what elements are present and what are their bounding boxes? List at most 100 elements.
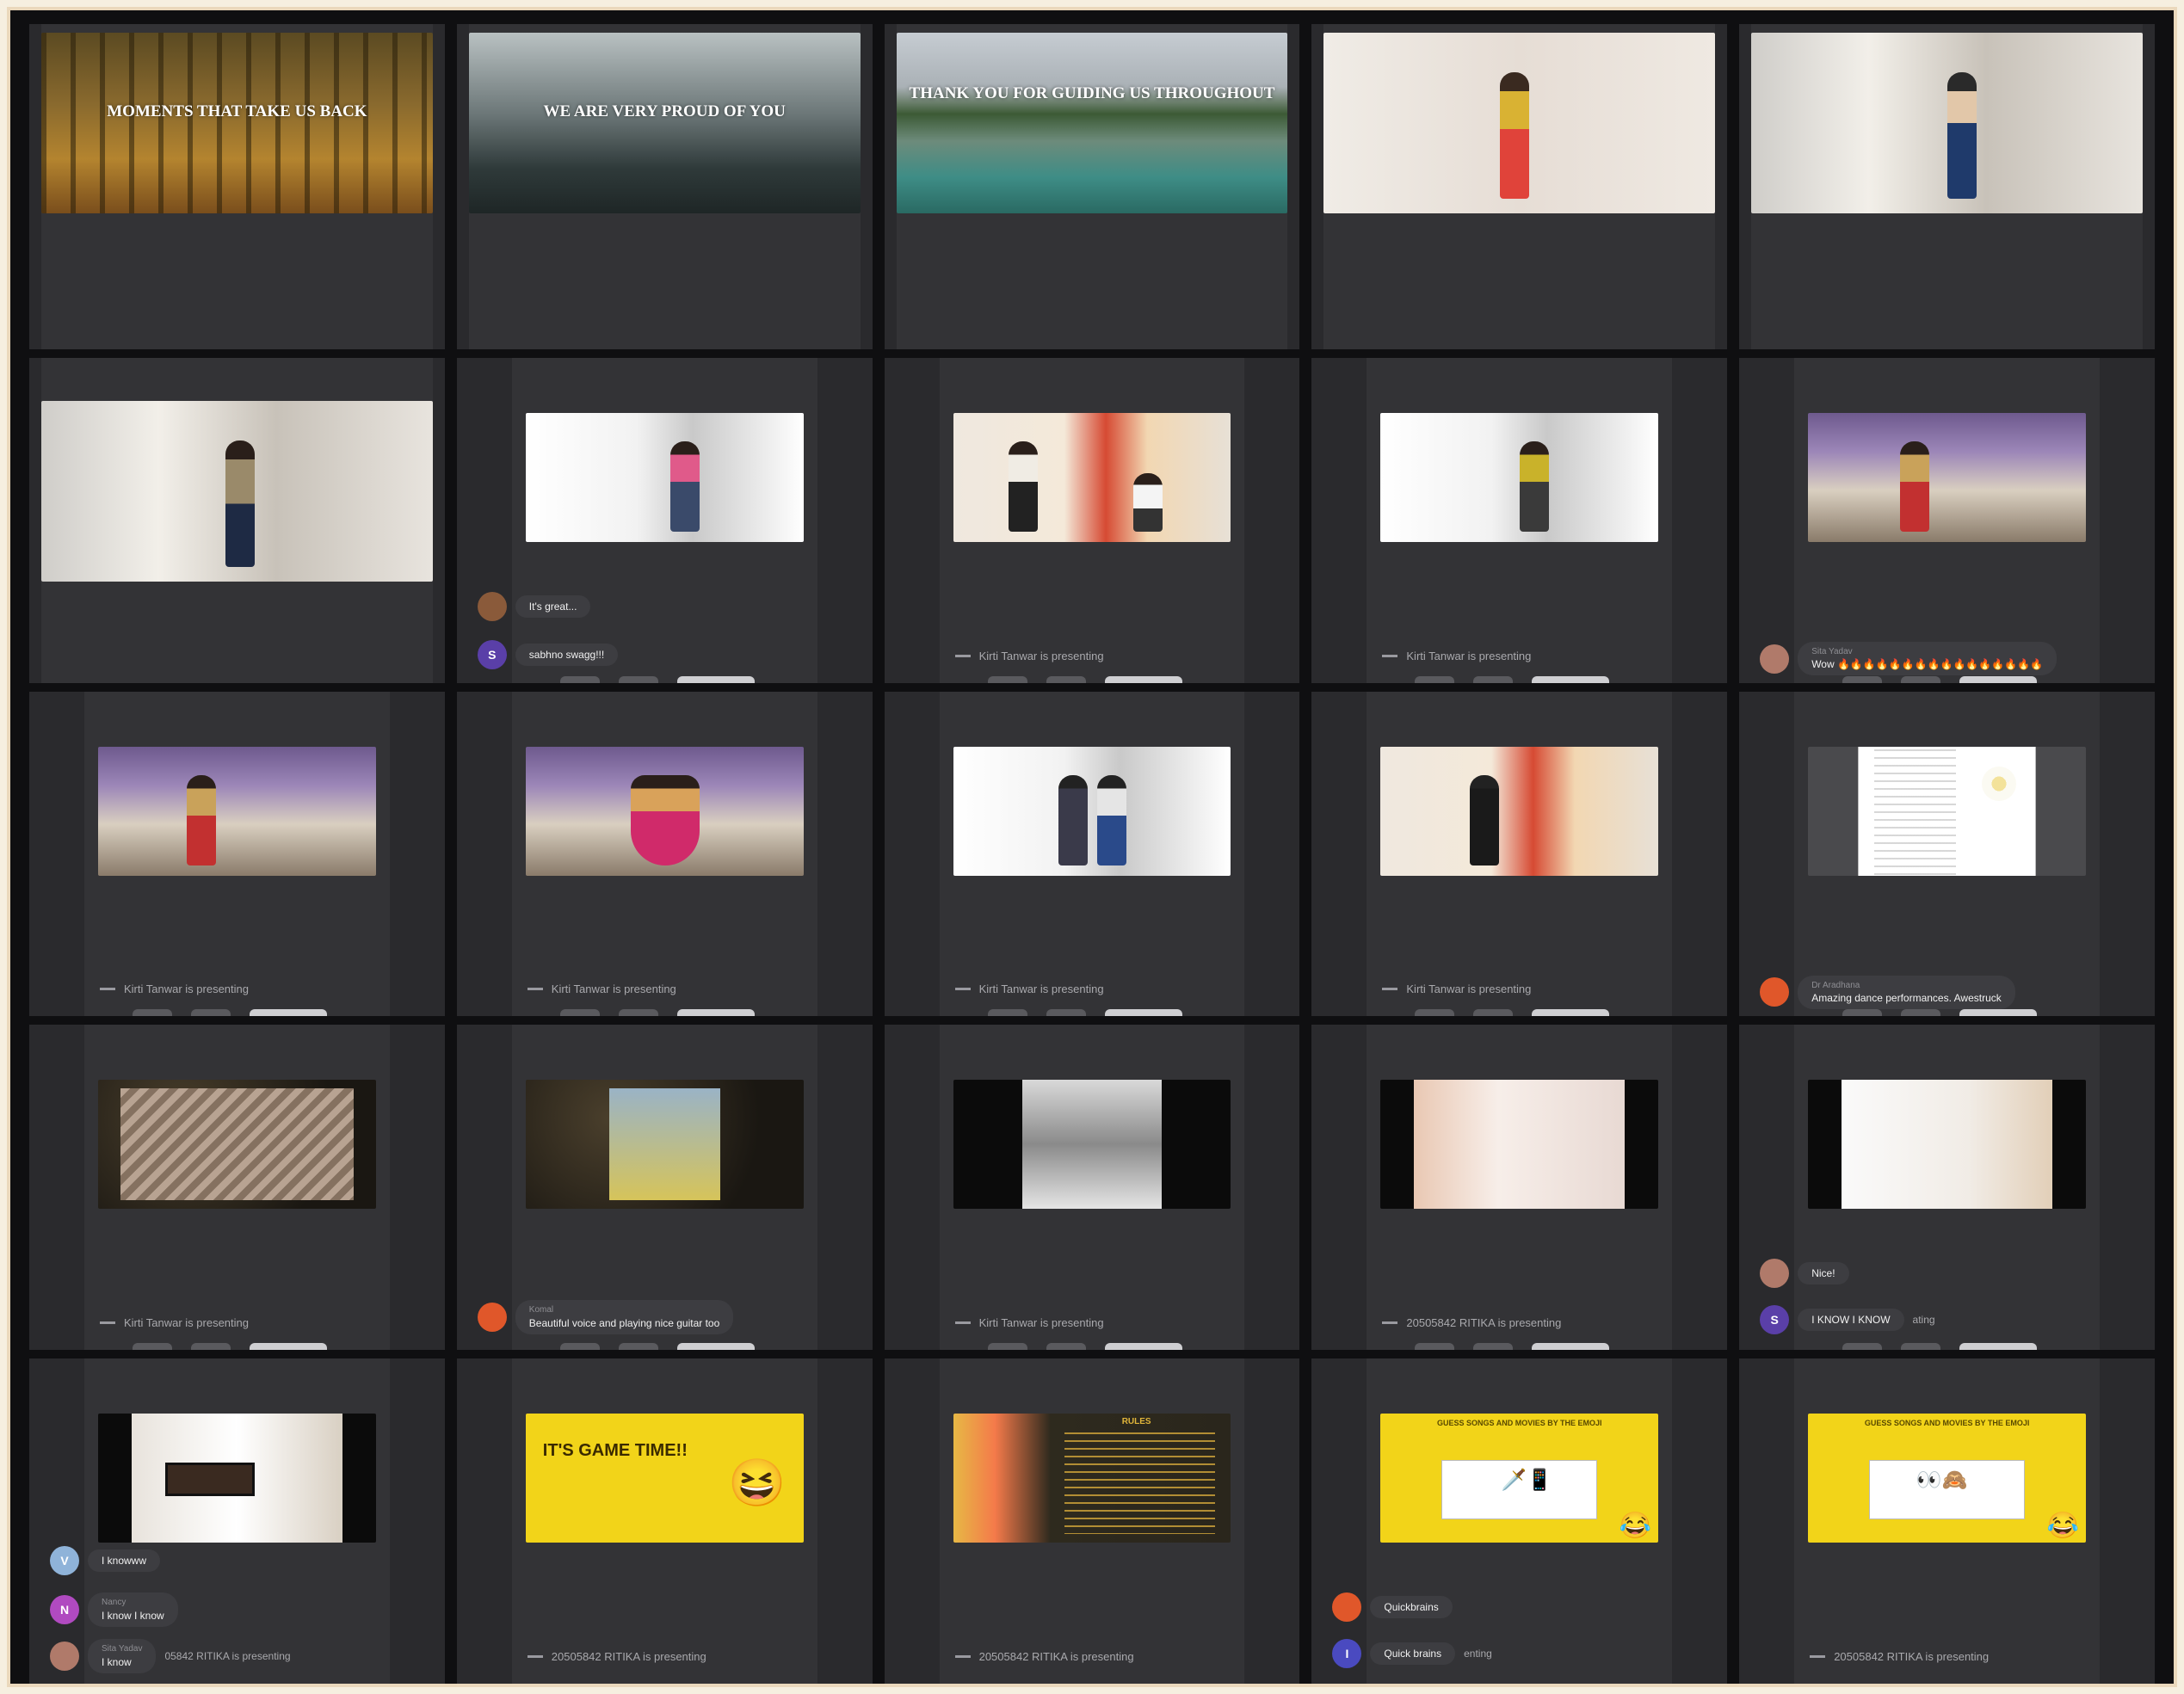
control-pill[interactable] <box>250 1343 327 1351</box>
chat-author: Sita Yadav <box>102 1644 143 1654</box>
tile-r3c4[interactable]: Kirti Tanwar is presenting <box>1311 691 1728 1017</box>
tile-r3c3[interactable]: Kirti Tanwar is presenting <box>884 691 1300 1017</box>
control-pill[interactable] <box>987 1343 1027 1351</box>
video-feed <box>1022 1080 1162 1210</box>
control-pill[interactable] <box>1046 1009 1086 1017</box>
dancer-figure <box>1899 440 1929 532</box>
control-pill[interactable] <box>1842 1009 1883 1017</box>
tile-r4c2[interactable]: Komal Beautiful voice and playing nice gu… <box>456 1025 873 1351</box>
chat-message: Sita Yadav Wow 🔥🔥🔥🔥🔥🔥🔥🔥🔥🔥🔥🔥🔥🔥🔥🔥 <box>1760 641 2143 676</box>
thumbnail <box>1751 33 2143 213</box>
dash-icon <box>1382 988 1398 991</box>
control-pill[interactable] <box>133 1343 172 1351</box>
tile-r1c4[interactable] <box>1311 24 1728 349</box>
tile-r1c2[interactable]: WE ARE VERY PROUD OF YOU <box>456 24 873 349</box>
control-pill[interactable] <box>1532 1009 1610 1017</box>
chat-bubble: Komal Beautiful voice and playing nice gu… <box>515 1300 734 1335</box>
control-pill[interactable] <box>1959 675 2038 683</box>
tile-r3c2[interactable]: Kirti Tanwar is presenting <box>456 691 873 1017</box>
control-pill[interactable] <box>1104 1343 1182 1351</box>
tile-r5c1[interactable]: V I knowww N Nancy I know I know Sita Yad… <box>29 1358 445 1684</box>
dash-icon <box>527 1654 543 1658</box>
tile-r2c2[interactable]: It's great... S sabhno swagg!!! <box>456 357 873 683</box>
control-pill[interactable] <box>676 1343 755 1351</box>
control-pill[interactable] <box>1046 675 1086 683</box>
control-pill[interactable] <box>1901 675 1941 683</box>
control-pill[interactable] <box>250 1009 327 1017</box>
control-pill[interactable] <box>1532 675 1610 683</box>
control-pill[interactable] <box>618 1343 658 1351</box>
tile-r4c3[interactable]: Kirti Tanwar is presenting <box>884 1025 1300 1351</box>
control-pill[interactable] <box>1842 675 1883 683</box>
tile-r5c2[interactable]: IT'S GAME TIME!! 😆 20505842 RITIKA is pr… <box>456 1358 873 1684</box>
control-pill[interactable] <box>559 1343 600 1351</box>
tile-controls <box>559 1009 755 1017</box>
slide-title: GUESS SONGS AND MOVIES BY THE EMOJI <box>1864 1419 2030 1428</box>
control-pill[interactable] <box>191 1009 231 1017</box>
tile-r4c5[interactable]: Nice! S I KNOW I KNOW ating <box>1739 1025 2155 1351</box>
status-text: 20505842 RITIKA is presenting <box>1406 1316 1562 1330</box>
control-pill[interactable] <box>1473 675 1514 683</box>
tile-r1c5[interactable] <box>1739 24 2155 349</box>
tile-r5c4[interactable]: GUESS SONGS AND MOVIES BY THE EMOJI 🗡️📱 … <box>1311 1358 1728 1684</box>
chat-text: Beautiful voice and playing nice guitar … <box>528 1316 720 1329</box>
tile-r1c1[interactable]: MOMENTS THAT TAKE US BACK <box>29 24 445 349</box>
tile-r2c1[interactable] <box>29 357 445 683</box>
laughing-emoji-icon: 😆 <box>728 1457 787 1510</box>
dash-icon <box>954 1654 971 1658</box>
control-pill[interactable] <box>1842 1343 1883 1351</box>
control-pill[interactable] <box>618 675 658 683</box>
control-pill[interactable] <box>1473 1009 1514 1017</box>
tile-r3c1[interactable]: Kirti Tanwar is presenting <box>29 691 445 1017</box>
control-pill[interactable] <box>1415 675 1455 683</box>
control-pill[interactable] <box>676 1009 755 1017</box>
tile-r1c3[interactable]: THANK YOU FOR GUIDING US THROUGHOUT <box>884 24 1300 349</box>
thumbnail <box>98 1080 376 1210</box>
slide-title: IT'S GAME TIME!! <box>542 1441 688 1461</box>
dancer-figure <box>1133 473 1163 532</box>
control-pill[interactable] <box>618 1009 658 1017</box>
tile-r2c5[interactable]: Sita Yadav Wow 🔥🔥🔥🔥🔥🔥🔥🔥🔥🔥🔥🔥🔥🔥🔥🔥 <box>1739 357 2155 683</box>
tile-r2c3[interactable]: Kirti Tanwar is presenting <box>884 357 1300 683</box>
chat-message: S sabhno swagg!!! <box>477 639 852 669</box>
chat-text: I know I know <box>102 1609 164 1622</box>
slide-title: RULES <box>1121 1417 1151 1427</box>
control-pill[interactable] <box>1901 1009 1941 1017</box>
tile-r4c1[interactable]: Kirti Tanwar is presenting <box>29 1025 445 1351</box>
control-pill[interactable] <box>1415 1343 1455 1351</box>
control-pill[interactable] <box>987 1009 1027 1017</box>
control-pill[interactable] <box>559 1009 600 1017</box>
control-pill[interactable] <box>1901 1343 1941 1351</box>
control-pill[interactable] <box>133 1009 172 1017</box>
chat-text: I knowww <box>102 1555 147 1568</box>
control-pill[interactable] <box>559 675 600 683</box>
control-pill[interactable] <box>191 1343 231 1351</box>
avatar: I <box>1332 1639 1362 1669</box>
video-feed <box>120 1088 354 1201</box>
control-pill[interactable] <box>1532 1343 1610 1351</box>
control-pill[interactable] <box>1959 1343 2038 1351</box>
chat-author: Komal <box>528 1305 554 1315</box>
control-pill[interactable] <box>1473 1343 1514 1351</box>
control-pill[interactable] <box>987 675 1027 683</box>
tile-r5c5[interactable]: GUESS SONGS AND MOVIES BY THE EMOJI 👀🙈 😂… <box>1739 1358 2155 1684</box>
control-pill[interactable] <box>1415 1009 1455 1017</box>
tile-r2c4[interactable]: Kirti Tanwar is presenting <box>1311 357 1728 683</box>
tile-r4c4[interactable]: 20505842 RITIKA is presenting <box>1311 1025 1728 1351</box>
chat-message: Komal Beautiful voice and playing nice gu… <box>477 1300 861 1335</box>
chat-message: Sita Yadav I know 05842 RITIKA is present… <box>50 1639 424 1673</box>
video-gallery-grid: MOMENTS THAT TAKE US BACK WE ARE VERY PR… <box>29 24 2155 1684</box>
eyes-frame <box>164 1463 256 1497</box>
control-pill[interactable] <box>1104 1009 1182 1017</box>
dancer-figure <box>1946 72 1977 200</box>
status-text: Kirti Tanwar is presenting <box>978 1316 1104 1330</box>
tile-r5c3[interactable]: RULES 20505842 RITIKA is presenting <box>884 1358 1300 1684</box>
control-pill[interactable] <box>1959 1009 2038 1017</box>
chat-bubble: Quickbrains <box>1370 1596 1453 1619</box>
tile-r3c5[interactable]: Dr Aradhana Amazing dance performances. A… <box>1739 691 2155 1017</box>
control-pill[interactable] <box>1104 675 1182 683</box>
slide-title: WE ARE VERY PROUD OF YOU <box>543 102 786 120</box>
chat-message: I Quick brains enting <box>1332 1639 1706 1669</box>
control-pill[interactable] <box>1046 1343 1086 1351</box>
control-pill[interactable] <box>676 675 755 683</box>
